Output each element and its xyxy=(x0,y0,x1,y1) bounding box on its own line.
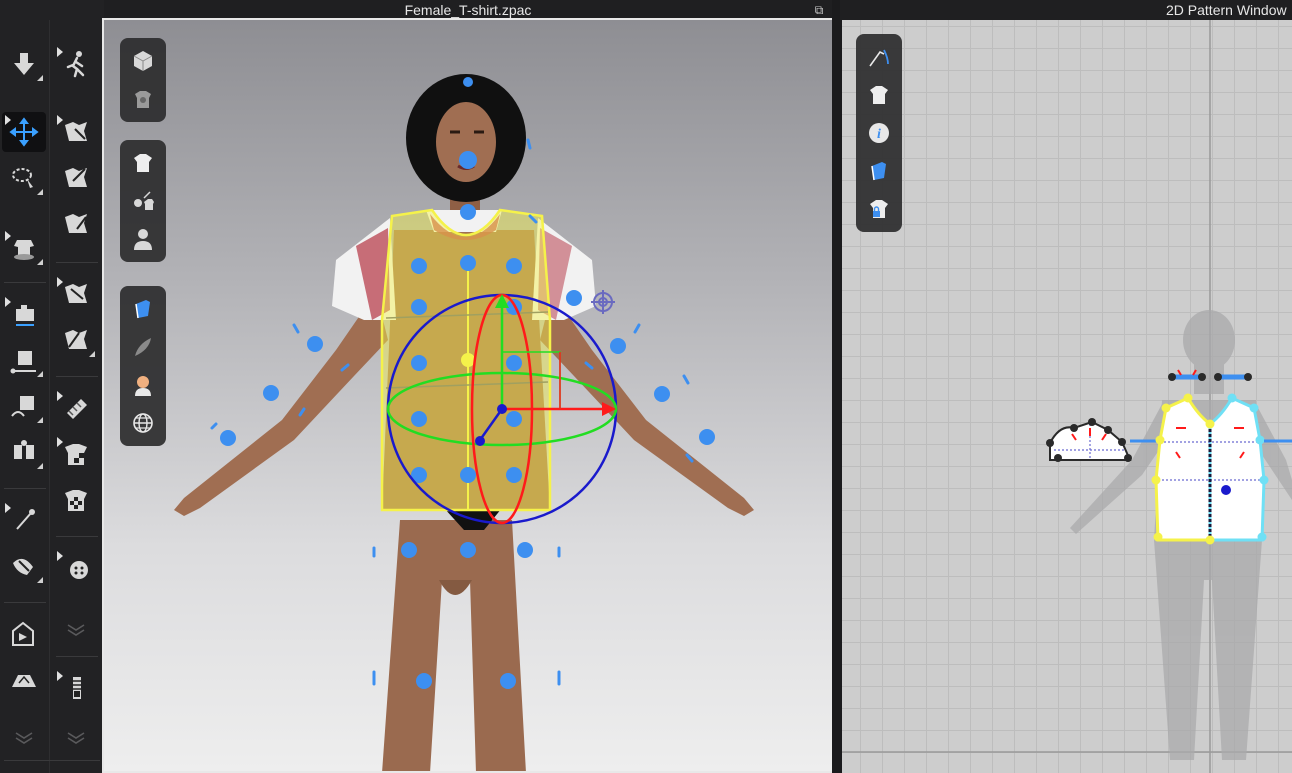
fold-arrange-tool[interactable] xyxy=(54,320,98,360)
display-toolbar-3 xyxy=(120,286,166,446)
edit-sewing-icon xyxy=(10,351,36,374)
pin-icon xyxy=(16,509,35,530)
transform-pattern-icon xyxy=(65,168,87,187)
transform-pattern-tool[interactable] xyxy=(54,158,98,198)
free-sewing-icon xyxy=(14,440,34,459)
checker-tool[interactable] xyxy=(54,434,98,474)
chevron-down-icon xyxy=(67,624,85,636)
line-edit-button[interactable] xyxy=(862,38,896,76)
segment-sewing-icon xyxy=(11,396,34,417)
skin-icon xyxy=(135,376,151,396)
texture-icon xyxy=(67,399,87,419)
button-icon xyxy=(70,561,88,579)
pattern-2d-titlebar: 2D Pattern Window xyxy=(840,0,1292,20)
app-window: Female_T-shirt.zpac ⧉ 2D Pattern Window xyxy=(0,0,1292,773)
sewing-tool[interactable] xyxy=(2,294,46,334)
avatar-measure-icon xyxy=(14,240,34,260)
lock-shirt-icon xyxy=(870,200,888,218)
simulation-icon xyxy=(14,53,34,75)
tack-tool[interactable] xyxy=(2,546,46,586)
shirt-texture-icon xyxy=(135,91,151,108)
restore-window-icon[interactable]: ⧉ xyxy=(812,3,826,17)
select-move-tool[interactable] xyxy=(54,112,98,152)
pattern-2d-viewport[interactable]: i xyxy=(842,20,1292,773)
viewport-3d-title: Female_T-shirt.zpac xyxy=(404,2,532,18)
simulation-tool[interactable] xyxy=(2,44,46,84)
garment-display-button[interactable] xyxy=(126,144,160,182)
pattern-canvas xyxy=(842,20,1292,773)
garment-icon xyxy=(134,154,152,172)
fabric-display-button[interactable] xyxy=(126,290,160,328)
checker-icon xyxy=(65,444,87,465)
zipper-tool[interactable] xyxy=(54,668,98,708)
lasso-select-icon xyxy=(12,168,33,188)
tack-icon xyxy=(13,558,33,575)
expand-tools-2[interactable] xyxy=(54,608,98,648)
sewing-tool-icon xyxy=(16,305,34,326)
texture-tool[interactable] xyxy=(54,388,98,428)
trim-tool[interactable] xyxy=(2,660,46,700)
transform-gizmo-icon xyxy=(9,117,39,147)
pattern-2d-title: 2D Pattern Window xyxy=(1166,2,1287,18)
info-button[interactable]: i xyxy=(862,114,896,152)
pin-tool[interactable] xyxy=(2,500,46,540)
fold-icon xyxy=(12,621,34,646)
gizmo-tool[interactable] xyxy=(2,112,46,152)
edit-pattern-tool[interactable] xyxy=(54,204,98,244)
body-pattern[interactable] xyxy=(1151,393,1292,545)
fold-tool[interactable] xyxy=(2,614,46,654)
trim-icon xyxy=(12,675,36,687)
shading-button[interactable] xyxy=(126,328,160,366)
left-toolbar xyxy=(0,0,104,773)
pleat-tool[interactable] xyxy=(54,274,98,314)
shirt-texture-button[interactable] xyxy=(126,80,160,118)
button-tool[interactable] xyxy=(54,548,98,588)
fabric-blue-icon xyxy=(871,162,886,181)
free-sewing-tool[interactable] xyxy=(2,432,46,472)
select-move-icon xyxy=(65,122,87,141)
viewport-3d-titlebar: Female_T-shirt.zpac ⧉ xyxy=(104,0,832,20)
svg-text:i: i xyxy=(877,127,881,142)
edit-pattern-icon xyxy=(65,214,87,233)
pleat-icon xyxy=(65,284,87,303)
animation-icon xyxy=(66,51,85,78)
pattern-toolbar: i xyxy=(856,34,902,232)
render-cube-button[interactable] xyxy=(126,42,160,80)
checker-shirt-tool[interactable] xyxy=(54,480,98,520)
shading-icon xyxy=(135,338,151,356)
segment-sewing-tool[interactable] xyxy=(2,386,46,426)
viewport-3d[interactable] xyxy=(104,20,832,773)
garment-shirt-button[interactable] xyxy=(862,76,896,114)
skin-display-button[interactable] xyxy=(126,366,160,404)
expand-tools-1[interactable] xyxy=(2,716,46,756)
scene-3d xyxy=(174,74,754,773)
display-toolbar-2 xyxy=(120,140,166,262)
checker-shirt-icon xyxy=(65,490,87,511)
fabric-button[interactable] xyxy=(862,152,896,190)
chevron-down-icon xyxy=(67,732,85,744)
avatar-measure-tool[interactable] xyxy=(2,228,46,268)
avatar-icon xyxy=(134,229,152,250)
lasso-tool[interactable] xyxy=(2,158,46,198)
environment-button[interactable] xyxy=(126,404,160,442)
edit-sewing-tool[interactable] xyxy=(2,340,46,380)
info-icon: i xyxy=(869,123,889,143)
fold-arrange-icon xyxy=(65,330,87,349)
line-edit-icon xyxy=(869,49,889,67)
display-toolbar-1 xyxy=(120,38,166,122)
animation-tool[interactable] xyxy=(54,44,98,84)
render-cube-icon xyxy=(133,51,153,71)
globe-icon xyxy=(133,413,153,433)
fabric-icon xyxy=(135,300,150,319)
lock-shirt-button[interactable] xyxy=(862,190,896,228)
garment-shirt-icon xyxy=(870,86,888,104)
pin-settings-icon xyxy=(134,191,154,210)
expand-tools-3[interactable] xyxy=(54,716,98,756)
avatar-display-button[interactable] xyxy=(126,220,160,258)
chevron-down-icon xyxy=(15,732,33,744)
pin-settings-button[interactable] xyxy=(126,182,160,220)
zipper-icon xyxy=(73,677,81,699)
